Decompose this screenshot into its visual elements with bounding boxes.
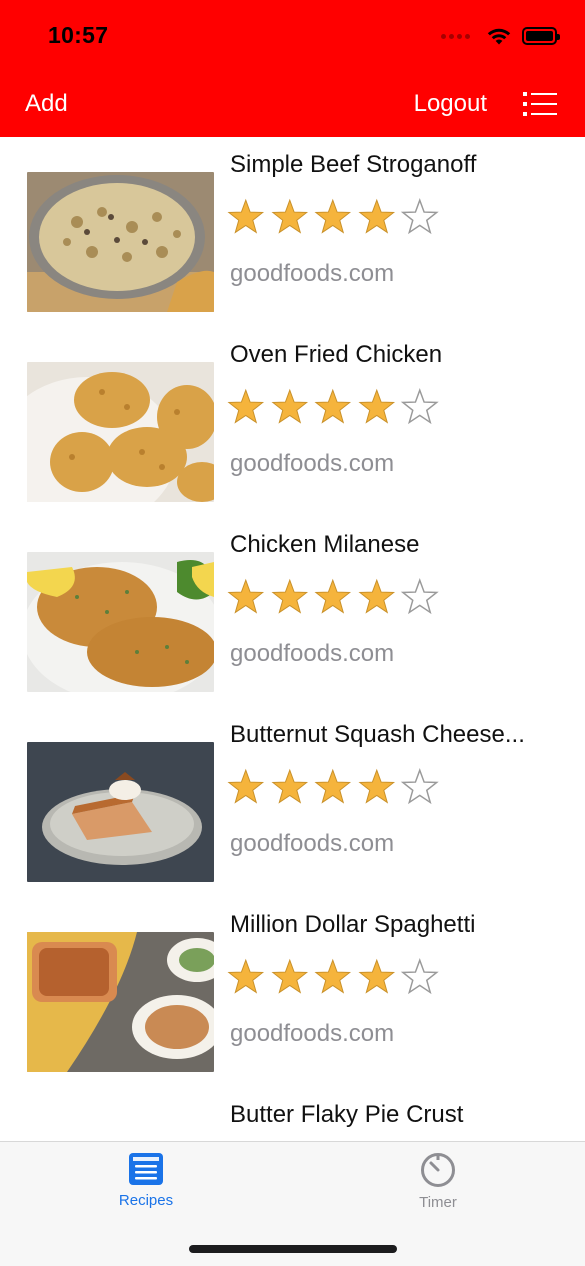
- recipe-source: goodfoods.com: [230, 260, 395, 287]
- recipe-title: Million Dollar Spaghetti: [230, 911, 476, 938]
- star-empty-icon: [400, 388, 439, 425]
- star-filled-icon: [227, 768, 265, 804]
- recipe-title: Chicken Milanese: [230, 531, 420, 558]
- tab-timer[interactable]: Timer: [378, 1152, 498, 1222]
- star-empty-icon: [400, 768, 439, 805]
- recipe-thumbnail-chicken-milanese: [27, 552, 214, 692]
- star-filled-icon: [270, 958, 308, 994]
- battery-icon: [522, 27, 560, 45]
- add-button[interactable]: Add: [25, 90, 68, 118]
- cellular-signal-icon: [441, 33, 470, 39]
- recipe-row[interactable]: Oven Fried Chicken goodfoods.com: [0, 327, 585, 517]
- star-filled-icon: [270, 578, 308, 614]
- star-rating: [226, 958, 444, 998]
- recipe-row[interactable]: Butternut Squash Cheese... goodfoods.com: [0, 707, 585, 897]
- recipe-source: goodfoods.com: [230, 830, 395, 857]
- star-filled-icon: [314, 958, 352, 994]
- home-indicator[interactable]: [189, 1245, 397, 1253]
- star-filled-icon: [357, 768, 395, 804]
- star-filled-icon: [227, 198, 265, 234]
- logout-button[interactable]: Logout: [414, 90, 487, 118]
- recipe-thumbnail-beef-stroganoff: [27, 172, 214, 312]
- star-filled-icon: [314, 768, 352, 804]
- recipe-row[interactable]: Butter Flaky Pie Crust: [0, 1087, 585, 1141]
- star-filled-icon: [357, 578, 395, 614]
- recipe-row[interactable]: Chicken Milanese goodfoods.com: [0, 517, 585, 707]
- recipe-title: Butternut Squash Cheese...: [230, 721, 525, 748]
- tab-recipes-label: Recipes: [118, 1192, 174, 1209]
- recipe-thumbnail-million-dollar-spaghetti: [27, 932, 214, 1072]
- recipe-row[interactable]: Million Dollar Spaghetti goodfoods.com: [0, 897, 585, 1087]
- status-icons: [441, 26, 560, 46]
- recipe-source: goodfoods.com: [230, 640, 395, 667]
- star-filled-icon: [227, 388, 265, 424]
- recipes-list-icon: [129, 1153, 163, 1185]
- star-filled-icon: [270, 388, 308, 424]
- list-menu-icon[interactable]: [523, 91, 557, 117]
- star-filled-icon: [357, 958, 395, 994]
- recipe-source: goodfoods.com: [230, 1020, 395, 1047]
- star-rating: [226, 768, 444, 808]
- timer-icon: [421, 1153, 455, 1187]
- star-filled-icon: [357, 388, 395, 424]
- status-time: 10:57: [48, 22, 109, 48]
- star-rating: [226, 198, 444, 238]
- recipe-row[interactable]: Simple Beef Stroganoff goodfoods.com: [0, 137, 585, 327]
- star-filled-icon: [227, 958, 265, 994]
- wifi-icon: [487, 28, 511, 45]
- tab-timer-label: Timer: [419, 1194, 457, 1211]
- star-filled-icon: [270, 198, 308, 234]
- recipe-thumbnail-oven-fried-chicken: [27, 362, 214, 502]
- recipe-thumbnail-butternut-squash-cheesecake: [27, 742, 214, 882]
- star-filled-icon: [227, 578, 265, 614]
- star-filled-icon: [314, 388, 352, 424]
- tab-recipes[interactable]: Recipes: [86, 1152, 206, 1222]
- recipe-title: Simple Beef Stroganoff: [230, 151, 477, 178]
- app-header: 10:57 Add Logout: [0, 0, 585, 137]
- star-empty-icon: [400, 958, 439, 995]
- star-empty-icon: [400, 198, 439, 235]
- star-rating: [226, 388, 444, 428]
- star-rating: [226, 578, 444, 618]
- recipe-list[interactable]: Simple Beef Stroganoff goodfoods.com Ove…: [0, 137, 585, 1141]
- star-filled-icon: [357, 198, 395, 234]
- recipe-source: goodfoods.com: [230, 450, 395, 477]
- star-filled-icon: [270, 768, 308, 804]
- star-filled-icon: [314, 198, 352, 234]
- star-empty-icon: [400, 578, 439, 615]
- star-filled-icon: [314, 578, 352, 614]
- recipe-title: Butter Flaky Pie Crust: [230, 1101, 464, 1128]
- recipe-title: Oven Fried Chicken: [230, 341, 443, 368]
